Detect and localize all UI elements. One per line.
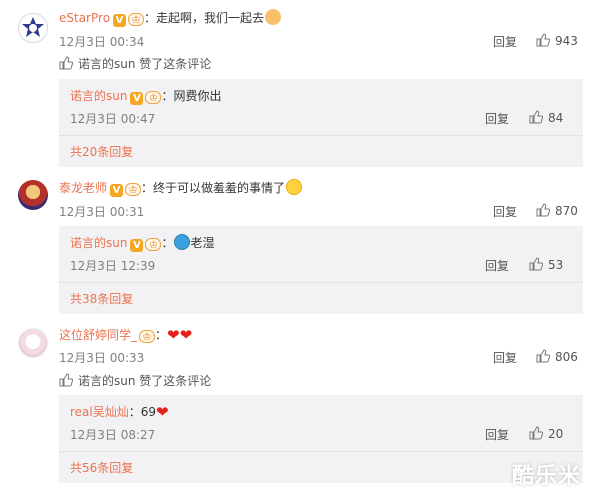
reply-box: 诺言的sun V ♔：老湿 12月3日 12:39 回复 53 共38条回复 <box>59 226 583 314</box>
smile-emoji-icon <box>286 179 303 195</box>
reply-time: 12月3日 12:39 <box>70 259 156 273</box>
reply-header: real吴灿灿：69❤ <box>70 403 169 421</box>
vip-crown-icon: ♔ <box>145 91 162 104</box>
heart-emoji-icon: ❤ <box>179 326 193 344</box>
avatar[interactable] <box>18 180 48 210</box>
reply-box: real吴灿灿：69❤ 12月3日 08:27 回复 20 共56条回复 <box>59 395 583 483</box>
thumb-up-icon <box>59 56 73 70</box>
reply-username-link[interactable]: 诺言的sun <box>70 236 127 250</box>
more-replies-link[interactable]: 共56条回复 <box>70 459 133 476</box>
liked-by-note: 诺言的sun 赞了这条评论 <box>59 55 211 72</box>
like-count: 806 <box>555 350 578 364</box>
comment-header: eStarPro V ♔ ：走起啊，我们一起去 <box>59 9 282 27</box>
comment-header: 泰龙老师 V ♔ ：终于可以做羞羞的事情了 <box>59 179 303 197</box>
thumb-up-icon <box>529 110 543 124</box>
reply-header: 诺言的sun V ♔ ：网费你出 <box>70 87 221 105</box>
like-count: 870 <box>555 204 578 218</box>
like-button[interactable]: 943 <box>536 33 578 48</box>
more-replies-link[interactable]: 共20条回复 <box>70 143 133 160</box>
verified-badge-icon: V <box>110 184 124 197</box>
liked-by-note: 诺言的sun 赞了这条评论 <box>59 372 211 389</box>
verified-badge-icon: V <box>130 239 144 252</box>
reply-text: ：网费你出 <box>161 89 222 103</box>
like-count: 20 <box>548 427 564 441</box>
divider <box>59 135 583 136</box>
verified-badge-icon: V <box>113 14 127 27</box>
username-link[interactable]: 这位舒婷同学_ <box>59 328 137 342</box>
liked-by-text: 诺言的sun 赞了这条评论 <box>78 374 212 388</box>
verified-badge-icon: V <box>130 92 144 105</box>
avatar[interactable] <box>18 13 48 43</box>
comment-text: ：走起啊，我们一起去 <box>144 11 265 25</box>
thumb-up-icon <box>536 349 550 363</box>
more-replies-link[interactable]: 共38条回复 <box>70 290 133 307</box>
like-button[interactable]: 806 <box>536 349 578 364</box>
cat-emoji-icon <box>265 9 282 25</box>
reply-button[interactable]: 回复 <box>493 33 517 50</box>
comment-text: ：终于可以做羞羞的事情了 <box>141 181 286 195</box>
username-link[interactable]: 泰龙老师 <box>59 181 107 195</box>
comment-time: 12月3日 00:33 <box>59 351 145 365</box>
heart-emoji-icon: ❤ <box>156 403 169 421</box>
vip-crown-icon: ♔ <box>128 13 145 26</box>
reply-button[interactable]: 回复 <box>485 426 509 443</box>
username-link[interactable]: eStarPro <box>59 11 110 25</box>
heart-emoji-icon: ❤ <box>167 326 180 344</box>
liked-by-text: 诺言的sun 赞了这条评论 <box>78 57 212 71</box>
reply-button[interactable]: 回复 <box>485 110 509 127</box>
avatar[interactable] <box>18 328 48 358</box>
reply-box: 诺言的sun V ♔ ：网费你出 12月3日 00:47 回复 84 共20条回复 <box>59 79 583 167</box>
thumb-up-icon <box>59 373 73 387</box>
reply-text: 老湿 <box>190 236 215 250</box>
reply-button[interactable]: 回复 <box>493 203 517 220</box>
reply-username-link[interactable]: 诺言的sun <box>70 89 127 103</box>
comment-time: 12月3日 00:31 <box>59 205 145 219</box>
thumb-up-icon <box>529 426 543 440</box>
like-count: 84 <box>548 111 564 125</box>
like-count: 53 <box>548 258 564 272</box>
like-count: 943 <box>555 34 578 48</box>
vip-crown-icon: ♔ <box>125 183 142 196</box>
comment-text: ： <box>155 328 168 342</box>
reply-button[interactable]: 回复 <box>493 349 517 366</box>
divider <box>59 451 583 452</box>
thumb-up-icon <box>536 33 550 47</box>
reply-time: 12月3日 00:47 <box>70 112 156 126</box>
reply-button[interactable]: 回复 <box>485 257 509 274</box>
comment-time: 12月3日 00:34 <box>59 35 145 49</box>
reply-text: ：69 <box>128 405 157 419</box>
thumb-up-icon <box>529 257 543 271</box>
divider <box>59 282 583 283</box>
watermark-logo: 酷乐米 <box>512 464 582 489</box>
reply-header: 诺言的sun V ♔：老湿 <box>70 234 215 252</box>
thumb-up-icon <box>536 203 550 217</box>
like-button[interactable]: 84 <box>529 110 563 125</box>
reply-username-link[interactable]: real吴灿灿 <box>70 405 129 419</box>
doraemon-emoji-icon <box>174 234 191 250</box>
vip-crown-icon: ♔ <box>139 330 156 343</box>
comment-header: 这位舒婷同学_ ♔ ：❤❤ <box>59 326 192 344</box>
like-button[interactable]: 53 <box>529 257 563 272</box>
like-button[interactable]: 20 <box>529 426 563 441</box>
like-button[interactable]: 870 <box>536 203 578 218</box>
reply-time: 12月3日 08:27 <box>70 428 156 442</box>
vip-crown-icon: ♔ <box>145 238 162 251</box>
